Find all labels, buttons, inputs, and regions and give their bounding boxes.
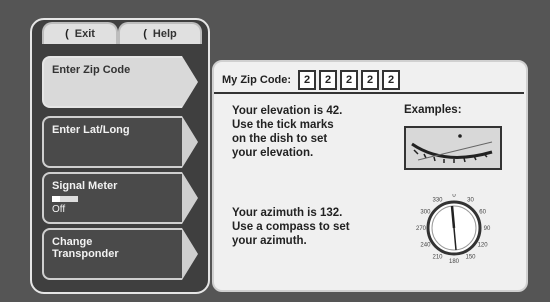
compass-degree-label: 90: [484, 226, 491, 232]
zip-digit-5[interactable]: 2: [382, 70, 401, 90]
swoosh-icon: (: [65, 28, 69, 40]
zip-digit-4[interactable]: 2: [361, 70, 380, 90]
compass-degree-label: 270: [416, 226, 427, 232]
compass-degree-label: 210: [432, 255, 443, 261]
signal-state: Off: [52, 204, 66, 215]
menu-item-label: Enter Lat/Long: [52, 124, 130, 136]
elevation-text-line: Your elevation is 42.: [232, 105, 343, 117]
compass-degree-label: 30: [467, 197, 474, 203]
help-label: Help: [152, 28, 177, 40]
elevation-text-line: on the dish to set: [232, 133, 328, 145]
elevation-text-line: Use the tick marks: [232, 119, 334, 131]
compass-degree-label: 120: [478, 243, 489, 249]
elevation-text-line: your elevation.: [232, 147, 314, 159]
menu-item-label: Enter Zip Code: [52, 64, 131, 76]
azimuth-instructions: Your azimuth is 132. Use a compass to se…: [232, 206, 412, 248]
screen: ( Exit ( Help Enter Zip Code Enter Lat/L…: [0, 0, 550, 302]
signal-level-bar: [52, 196, 182, 202]
zip-digit-3[interactable]: 2: [340, 70, 359, 90]
help-tab[interactable]: ( Help: [118, 22, 202, 44]
compass-degree-label: 180: [449, 259, 460, 265]
azimuth-text-line: your azimuth.: [232, 235, 307, 247]
dish-tick-marks-example: [404, 126, 502, 170]
swoosh-icon: (: [143, 28, 147, 40]
menu-item-label-line2: Transponder: [52, 248, 119, 260]
zip-code-label: My Zip Code:: [222, 74, 292, 86]
menu-item-enter-latlong[interactable]: Enter Lat/Long: [42, 116, 198, 168]
azimuth-text-line: Use a compass to set: [232, 221, 350, 233]
exit-label: Exit: [74, 28, 95, 40]
compass-degree-label: 0: [452, 194, 456, 199]
compass-example: 0 30 60 90 120150 180 210240 270 300 330: [416, 194, 491, 265]
elevation-instructions: Your elevation is 42. Use the tick marks…: [232, 104, 402, 160]
examples-label: Examples:: [404, 104, 462, 116]
compass-degree-label: 240: [420, 243, 431, 249]
compass-degree-label: 60: [479, 210, 486, 216]
compass-degree-label: 300: [420, 210, 431, 216]
zip-code-row: My Zip Code: 2 2 2 2 2: [222, 70, 401, 90]
menu-item-signal-meter[interactable]: Signal Meter Off: [42, 172, 198, 224]
menu-item-label-line1: Change: [52, 236, 93, 248]
azimuth-text-line: Your azimuth is 132.: [232, 207, 343, 219]
compass-degree-label: 330: [432, 197, 443, 203]
zip-digit-2[interactable]: 2: [319, 70, 338, 90]
menu-item-enter-zip[interactable]: Enter Zip Code: [42, 56, 198, 108]
exit-tab[interactable]: ( Exit: [42, 22, 118, 44]
divider: [214, 92, 524, 94]
compass-degree-label: 150: [465, 255, 476, 261]
menu-item-change-transponder[interactable]: Change Transponder: [42, 228, 198, 280]
zip-digit-1[interactable]: 2: [298, 70, 317, 90]
menu-item-label: Signal Meter: [52, 180, 118, 192]
